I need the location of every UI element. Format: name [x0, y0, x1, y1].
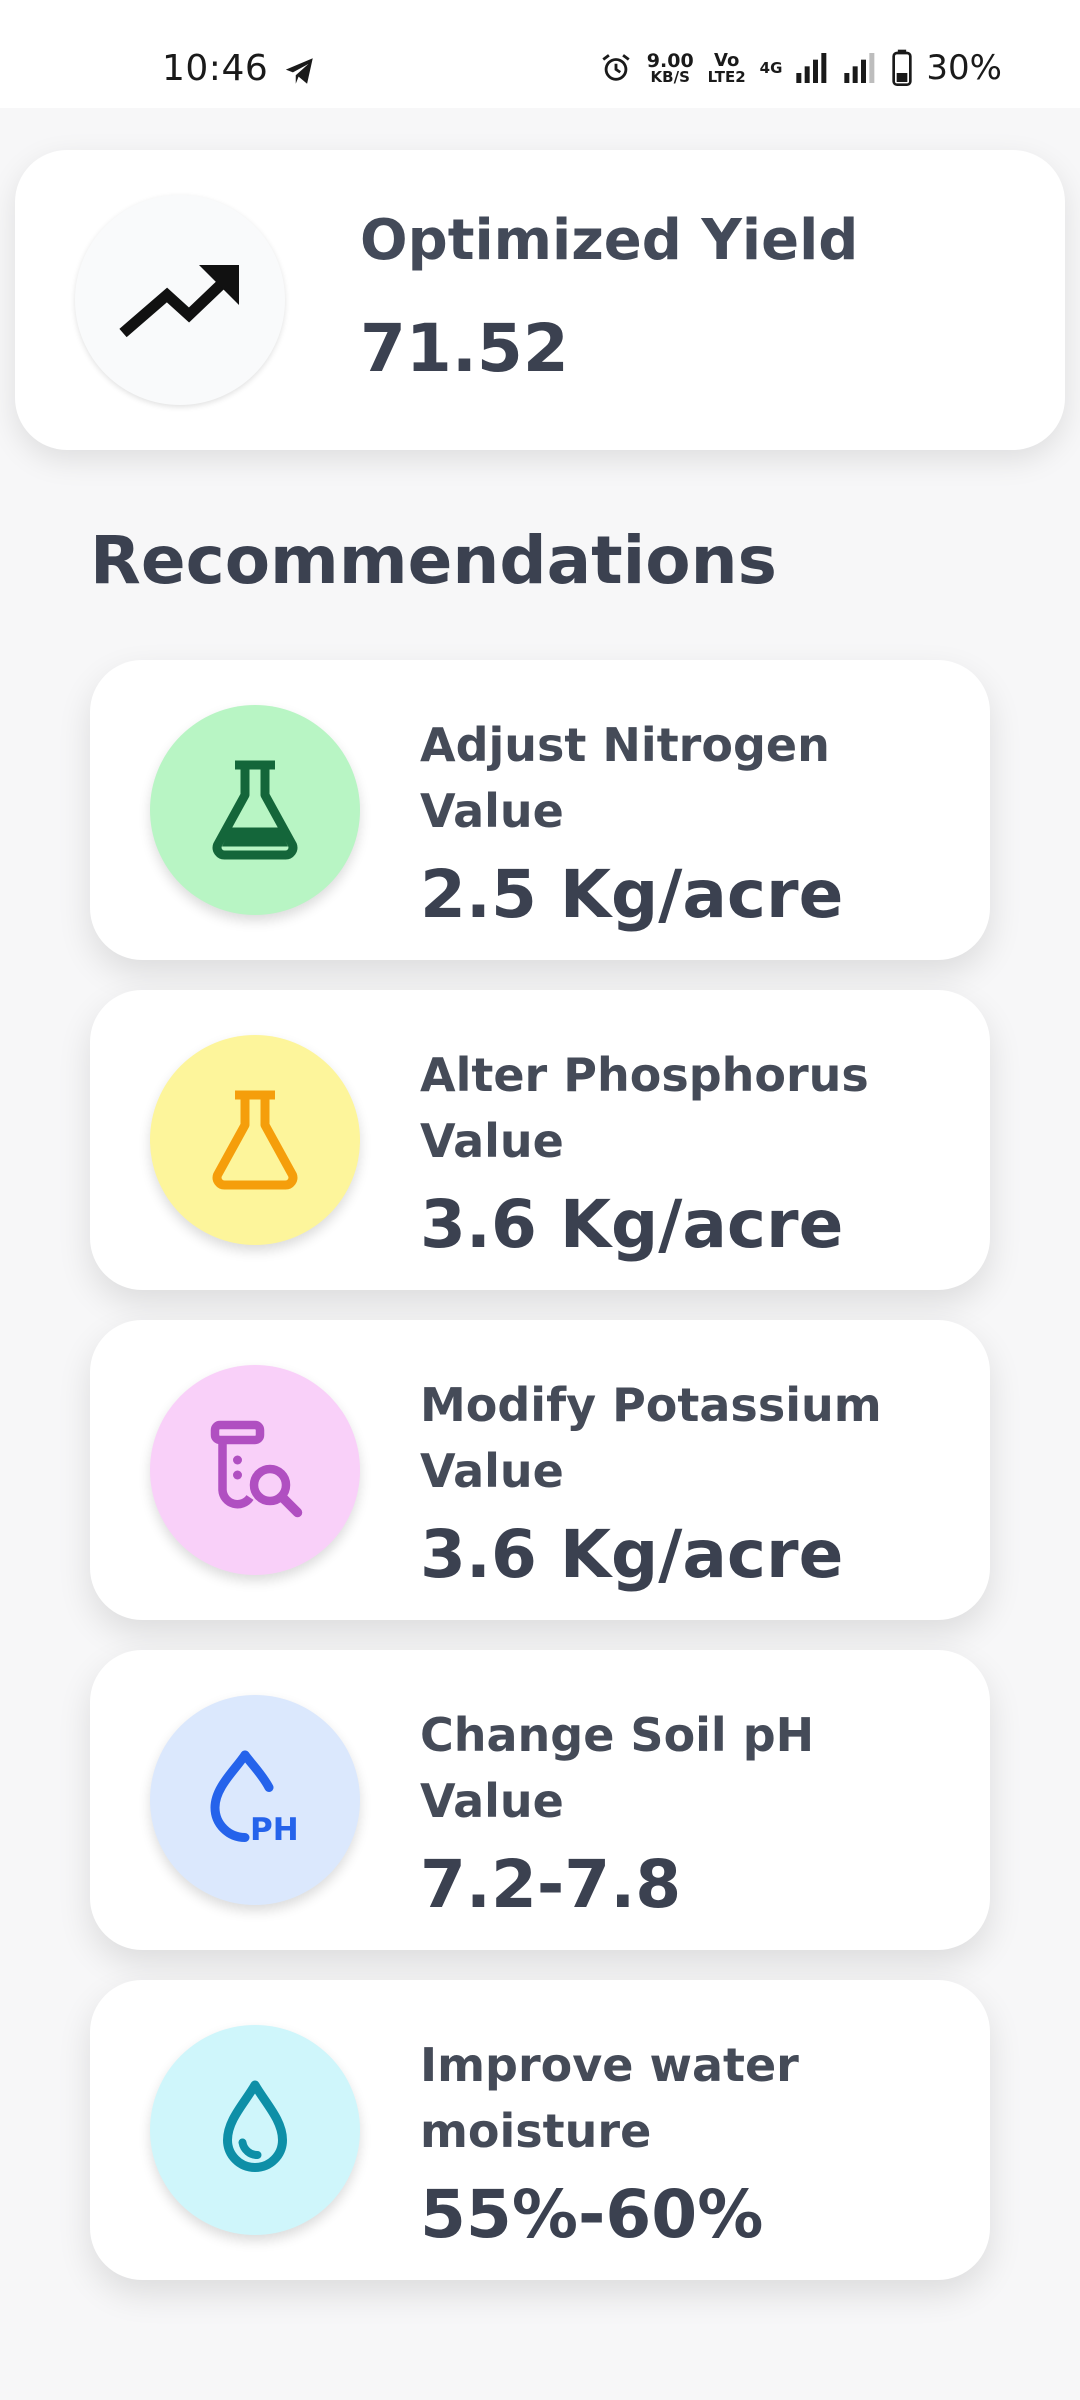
battery-icon	[892, 49, 913, 86]
recommendation-card-soil-ph[interactable]: PH Change Soil pH Value 7.2-7.8	[90, 1650, 990, 1950]
yield-icon-circle	[75, 195, 285, 405]
optimized-yield-card: Optimized Yield 71.52	[15, 150, 1065, 450]
network-type: 4G	[759, 58, 783, 77]
telegram-icon	[285, 58, 313, 84]
nitrogen-icon-circle	[150, 705, 360, 915]
signal-icon	[796, 53, 827, 83]
recommendation-label: Alter Phosphorus Value	[420, 1048, 869, 1168]
recommendation-value: 3.6 Kg/acre	[420, 1186, 844, 1263]
volte-top: Vo	[714, 49, 740, 71]
phosphorus-icon-circle	[150, 1035, 360, 1245]
water-drop-icon	[223, 2080, 287, 2172]
net-speed: 9.00 KB/S	[646, 49, 694, 86]
signal-icon-2	[844, 53, 875, 83]
ph-drop-icon: PH	[210, 1750, 299, 1848]
status-time: 10:46	[162, 48, 269, 89]
recommendation-card-nitrogen[interactable]: Adjust Nitrogen Value 2.5 Kg/acre	[90, 660, 990, 960]
volte-indicator: Vo LTE2	[707, 49, 746, 86]
recommendation-value: 2.5 Kg/acre	[420, 856, 844, 933]
recommendation-label: Improve water moisture	[420, 2038, 799, 2158]
svg-text:PH: PH	[250, 1812, 299, 1848]
alarm-icon	[602, 54, 630, 81]
status-icons: 9.00 KB/S Vo LTE2 4G 30%	[599, 48, 1002, 88]
potassium-icon-circle	[150, 1365, 360, 1575]
recommendation-label: Adjust Nitrogen Value	[420, 718, 830, 838]
recommendation-label: Modify Potassium Value	[420, 1378, 882, 1498]
water-moisture-icon-circle	[150, 2025, 360, 2235]
flask-icon	[212, 760, 298, 860]
recommendation-value: 3.6 Kg/acre	[420, 1516, 844, 1593]
recommendation-label: Change Soil pH Value	[420, 1708, 815, 1828]
recommendations-title: Recommendations	[90, 522, 777, 599]
trending-up-icon	[119, 265, 239, 338]
flask-outline-icon	[212, 1090, 298, 1190]
recommendation-value: 7.2-7.8	[420, 1846, 682, 1923]
net-speed-value: 9.00	[646, 49, 694, 72]
recommendation-card-potassium[interactable]: Modify Potassium Value 3.6 Kg/acre	[90, 1320, 990, 1620]
yield-title: Optimized Yield	[360, 208, 859, 273]
network-type-label: 4G	[759, 58, 783, 77]
status-bar: 10:46 9.00 KB/S Vo LTE2 4G 30%	[0, 0, 1080, 108]
recommendation-card-phosphorus[interactable]: Alter Phosphorus Value 3.6 Kg/acre	[90, 990, 990, 1290]
battery-percent: 30%	[926, 48, 1002, 88]
recommendation-value: 55%-60%	[420, 2176, 764, 2253]
net-speed-unit: KB/S	[650, 67, 690, 86]
recommendation-card-water-moisture[interactable]: Improve water moisture 55%-60%	[90, 1980, 990, 2280]
volte-bottom: LTE2	[707, 67, 746, 86]
soil-ph-icon-circle: PH	[150, 1695, 360, 1905]
test-tube-search-icon	[210, 1420, 303, 1518]
yield-value: 71.52	[360, 310, 569, 387]
